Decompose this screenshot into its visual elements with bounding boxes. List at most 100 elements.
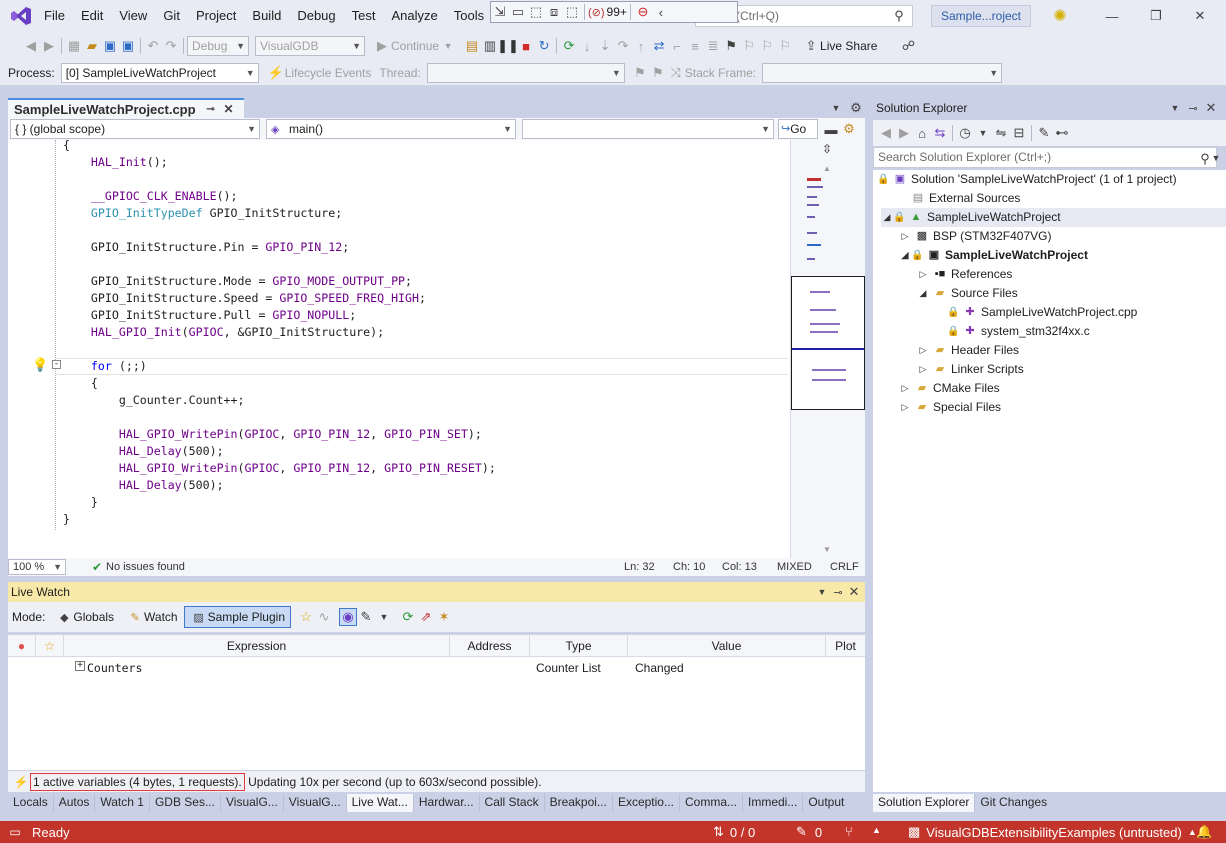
clear-bookmarks-icon[interactable]: ⚐ — [776, 37, 794, 55]
record-icon[interactable]: ◉ — [339, 608, 357, 626]
tab-watch1[interactable]: Watch 1 — [95, 794, 150, 812]
tab-command[interactable]: Comma... — [680, 794, 743, 812]
collapse-chevron-icon[interactable]: ‹ — [652, 3, 670, 21]
minimap-viewport[interactable] — [791, 276, 865, 410]
collapsed-arrow-icon[interactable]: ▷ — [899, 398, 911, 417]
feedback-icon[interactable]: ☍ — [899, 37, 917, 55]
collapsed-arrow-icon[interactable]: ▷ — [917, 341, 929, 360]
menu-edit[interactable]: Edit — [81, 8, 103, 23]
tab-git-changes[interactable]: Git Changes — [975, 794, 1052, 812]
stop-sign-icon[interactable]: ⊖ — [634, 3, 652, 21]
mode-sample-plugin-button[interactable]: ▨ Sample Plugin — [183, 606, 291, 628]
new-watch-icon[interactable]: ✶ — [435, 608, 453, 626]
tab-sample-cpp[interactable]: SampleLiveWatchProject.cpp ⊸ ✕ — [8, 98, 244, 118]
refresh-watch-icon[interactable]: ⟳ — [399, 608, 417, 626]
home-icon[interactable]: ⌂ — [913, 124, 931, 142]
pin-icon[interactable]: ⊸ — [202, 100, 220, 118]
menu-build[interactable]: Build — [252, 8, 281, 23]
tree-node-target[interactable]: ◢ 🔒 ▣ SampleLiveWatchProject — [899, 246, 1088, 265]
undo-icon[interactable]: ↶ — [144, 37, 162, 55]
menu-git[interactable]: Git — [163, 8, 180, 23]
pending-changes-icon[interactable]: ◷ — [956, 124, 974, 142]
stack-frame-select[interactable]: ▼ — [762, 62, 1003, 83]
close-tab-icon[interactable]: ✕ — [220, 100, 238, 118]
expanded-arrow-icon[interactable]: ◢ — [899, 246, 911, 265]
collapsed-arrow-icon[interactable]: ▷ — [899, 227, 911, 246]
issues-status[interactable]: No issues found — [106, 561, 185, 573]
close-panel-icon[interactable]: ✕ — [1202, 99, 1220, 117]
tree-node-header-files[interactable]: ▷ ▰ Header Files — [917, 341, 1020, 360]
tab-locals[interactable]: Locals — [8, 794, 54, 812]
step-back-icon[interactable]: ↷ — [614, 37, 632, 55]
repository-status[interactable]: ▩ VisualGDBExtensibilityExamples (untrust… — [908, 824, 1197, 840]
split-icon[interactable]: ⇳ — [822, 142, 832, 156]
step-out-icon[interactable]: ↑ — [632, 37, 650, 55]
switch-views-icon[interactable]: ⇆ — [931, 124, 949, 142]
tab-call-stack[interactable]: Call Stack — [480, 794, 545, 812]
redo-icon[interactable]: ↷ — [162, 37, 180, 55]
tab-visualgdb-1[interactable]: VisualG... — [221, 794, 284, 812]
tab-visualgdb-2[interactable]: VisualG... — [284, 794, 347, 812]
tab-autos[interactable]: Autos — [54, 794, 96, 812]
menu-file[interactable]: File — [44, 8, 65, 23]
properties-icon[interactable]: ✎ — [1035, 124, 1053, 142]
pause-icon[interactable]: ❚❚ — [497, 37, 519, 55]
tree-node-source-files[interactable]: ◢ ▰ Source Files — [917, 284, 1018, 303]
pin-icon[interactable]: ⊸ — [1184, 99, 1202, 117]
camera-icon[interactable]: ▭ — [509, 3, 527, 21]
code-editor[interactable]: 💡 - { HAL_Init(); __GPIOC_CLK_ENABLE(); … — [8, 138, 790, 558]
attach-icon[interactable]: ▤ — [463, 37, 481, 55]
process-select[interactable]: [0] SampleLiveWatchProject ▼ — [60, 62, 259, 83]
menu-view[interactable]: View — [119, 8, 147, 23]
tree-node-cpp-file[interactable]: 🔒 ✚ SampleLiveWatchProject.cpp — [947, 303, 1137, 322]
open-folder-icon[interactable]: ▰ — [83, 37, 101, 55]
zoom-select[interactable]: 100 % ▼ — [8, 559, 66, 575]
next-bookmark-icon[interactable]: ⚐ — [758, 37, 776, 55]
tree-node-linker-scripts[interactable]: ▷ ▰ Linker Scripts — [917, 360, 1024, 379]
exceptions-badge-icon[interactable]: (⊘) — [588, 6, 605, 19]
step-over-icon[interactable]: ⇣ — [596, 37, 614, 55]
tree-node-project[interactable]: ◢ 🔒 ▲ SampleLiveWatchProject — [881, 208, 1226, 227]
continue-dropdown-icon[interactable]: ▼ — [439, 37, 457, 55]
member-select[interactable]: ▼ — [522, 119, 774, 139]
tab-immediate[interactable]: Immedi... — [743, 794, 804, 812]
tab-live-watch[interactable]: Live Wat... — [346, 794, 414, 812]
restore-icon[interactable]: ❐ — [1147, 7, 1165, 25]
notification-bell-icon[interactable]: 🔔 — [1196, 824, 1212, 840]
expression-column-header[interactable]: Expression — [64, 635, 450, 657]
value-column-header[interactable]: Value — [628, 635, 826, 657]
track-focus-icon[interactable]: ⬚ — [563, 3, 581, 21]
prev-bookmark-icon[interactable]: ⚐ — [740, 37, 758, 55]
window-menu-icon[interactable]: ▼ — [1166, 99, 1184, 117]
close-window-icon[interactable]: ✕ — [1191, 7, 1209, 25]
table-row[interactable]: + Counters Counter List Changed — [8, 658, 865, 678]
plot-column-header[interactable]: Plot — [826, 635, 865, 657]
scope-select[interactable]: { } (global scope) ▼ — [10, 119, 260, 139]
configuration-select[interactable]: Debug ▼ — [187, 36, 249, 56]
breakpoint-column-header[interactable]: ● — [8, 635, 36, 657]
comment-icon[interactable]: ≡ — [686, 37, 704, 55]
breakpoint-tool-icon[interactable]: ⌐ — [668, 37, 686, 55]
tab-list-dropdown-icon[interactable]: ▼ — [827, 99, 845, 117]
menu-project[interactable]: Project — [196, 8, 236, 23]
export-icon[interactable]: ⇗ — [417, 608, 435, 626]
search-options-dropdown-icon[interactable]: ▼ — [1207, 149, 1225, 167]
tree-node-external-sources[interactable]: ▤ External Sources — [907, 189, 1021, 208]
git-sync-status[interactable]: ⇅ 0 / 0 — [713, 824, 755, 840]
tab-solution-explorer[interactable]: Solution Explorer — [873, 794, 976, 812]
tree-node-references[interactable]: ▷ ▪■ References — [917, 265, 1013, 284]
tree-node-c-file[interactable]: 🔒 ✚ system_stm32f4xx.c — [947, 322, 1090, 341]
collapsed-arrow-icon[interactable]: ▷ — [917, 360, 929, 379]
tab-exceptions[interactable]: Exceptio... — [613, 794, 680, 812]
favorite-column-header[interactable]: ☆ — [36, 635, 64, 657]
uncomment-icon[interactable]: ≣ — [704, 37, 722, 55]
graph-icon[interactable]: ∿ — [315, 608, 333, 626]
tools-icon[interactable]: ✎ — [357, 608, 375, 626]
collapse-all-icon[interactable]: ⊟ — [1010, 124, 1028, 142]
refresh-icon[interactable]: ⟳ — [560, 37, 578, 55]
tab-gdb-session[interactable]: GDB Ses... — [150, 794, 221, 812]
save-all-icon[interactable]: ▣ — [119, 37, 137, 55]
solution-search-input[interactable]: Search Solution Explorer (Ctrl+;) ⚲ — [873, 147, 1217, 168]
menu-analyze[interactable]: Analyze — [391, 8, 437, 23]
function-select[interactable]: ◈ main() ▼ — [266, 119, 516, 139]
